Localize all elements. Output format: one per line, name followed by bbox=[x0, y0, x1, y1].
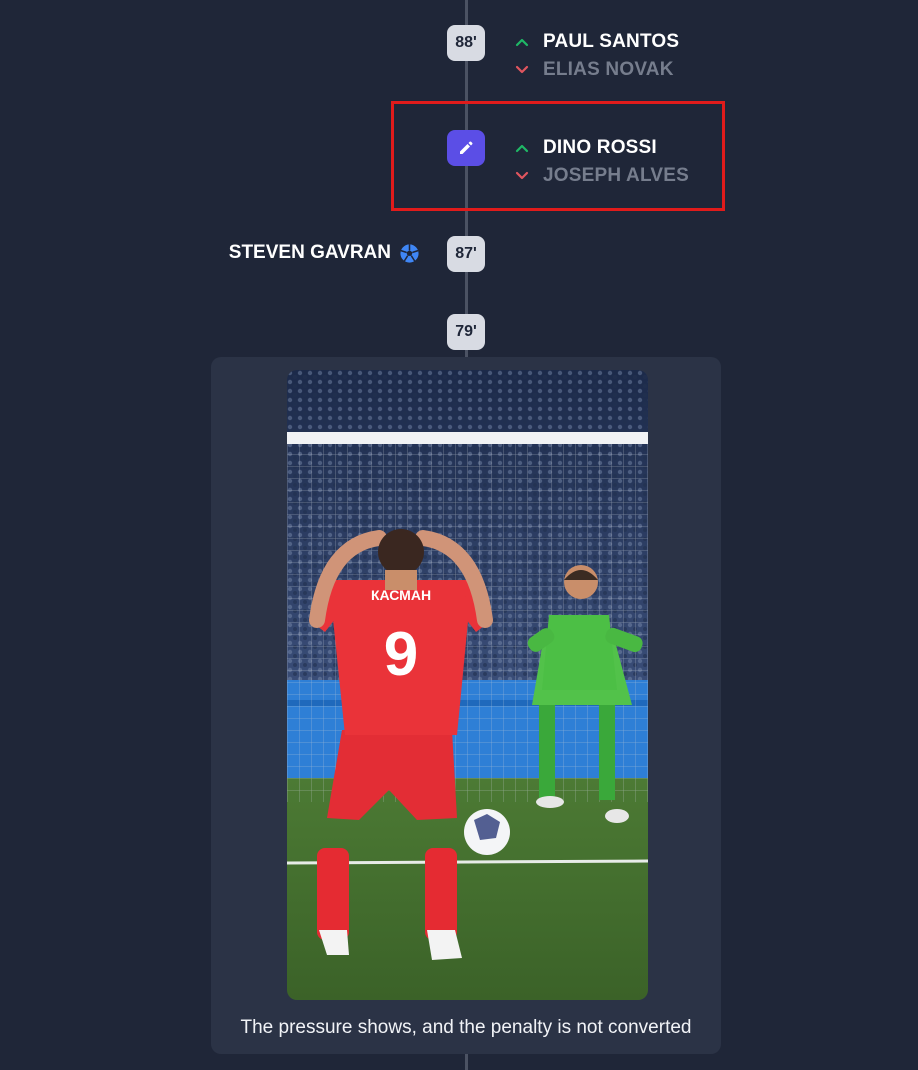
player-in-name[interactable]: DINO ROSSI bbox=[543, 137, 657, 159]
svg-text:КАСМАН: КАСМАН bbox=[371, 587, 431, 603]
goal-scorer-name[interactable]: STEVEN GAVRAN bbox=[229, 242, 391, 264]
player-in-name[interactable]: PAUL SANTOS bbox=[543, 31, 679, 53]
player-out-name[interactable]: JOSEPH ALVES bbox=[543, 165, 689, 187]
minute-chip: 88' bbox=[447, 25, 485, 61]
minute-chip: 87' bbox=[447, 236, 485, 272]
svg-text:9: 9 bbox=[384, 620, 418, 689]
media-card[interactable]: КАСМАН 9 The pressure shows, and the pen… bbox=[211, 357, 721, 1054]
media-caption: The pressure shows, and the penalty is n… bbox=[240, 1017, 692, 1038]
player-out-name[interactable]: ELIAS NOVAK bbox=[543, 59, 674, 81]
sub-in-arrow-icon bbox=[515, 38, 529, 47]
soccer-ball-icon bbox=[400, 244, 419, 263]
sub-in-arrow-icon bbox=[515, 144, 529, 153]
pencil-icon bbox=[460, 141, 473, 154]
sub-out-arrow-icon bbox=[515, 171, 529, 180]
penalty-photo[interactable]: КАСМАН 9 bbox=[287, 370, 648, 1000]
penalty-photo-image: КАСМАН 9 bbox=[287, 370, 648, 1000]
sub-out-arrow-icon bbox=[515, 65, 529, 74]
edit-event-button[interactable] bbox=[447, 130, 485, 166]
minute-chip: 79' bbox=[447, 314, 485, 350]
